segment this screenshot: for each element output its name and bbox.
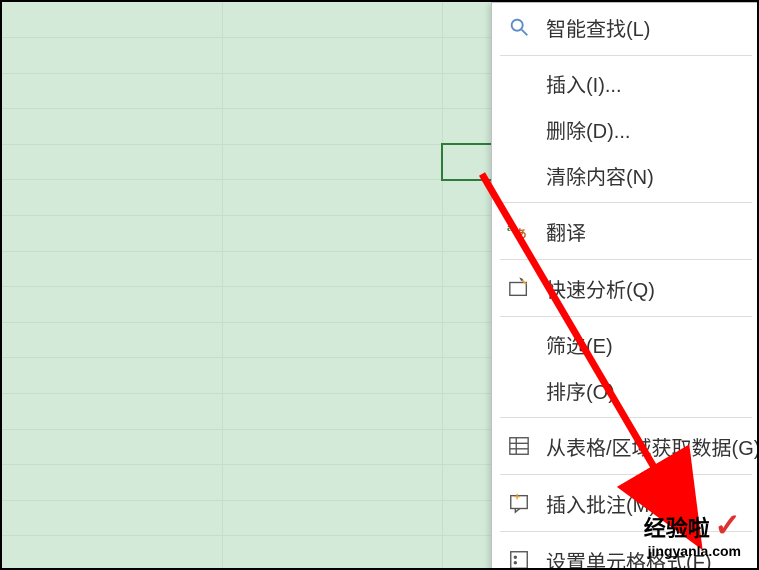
- menu-label: 筛选(E): [546, 330, 613, 359]
- menu-filter[interactable]: 筛选(E): [492, 321, 759, 367]
- cell[interactable]: [2, 2, 222, 38]
- cell[interactable]: [222, 429, 442, 465]
- menu-separator: [500, 55, 752, 56]
- menu-label: 翻译: [546, 217, 586, 246]
- menu-separator: [500, 202, 752, 203]
- cell[interactable]: [222, 144, 442, 180]
- cell[interactable]: [2, 180, 222, 216]
- cell[interactable]: [222, 73, 442, 109]
- menu-format-cells[interactable]: 设置单元格格式(F): [492, 536, 759, 570]
- cell[interactable]: [222, 465, 442, 501]
- menu-smart-lookup[interactable]: 智能查找(L): [492, 3, 759, 51]
- quick-analysis-icon: [506, 275, 532, 301]
- cell[interactable]: [222, 394, 442, 430]
- cell[interactable]: [222, 500, 442, 536]
- cell[interactable]: [222, 287, 442, 323]
- cell[interactable]: [222, 38, 442, 74]
- menu-separator: [500, 531, 752, 532]
- menu-label: 快速分析(Q): [546, 274, 655, 303]
- cell[interactable]: [2, 38, 222, 74]
- menu-translate[interactable]: aあ 翻译: [492, 207, 759, 255]
- cell[interactable]: [222, 2, 442, 38]
- menu-label: 插入(I)...: [546, 69, 622, 98]
- menu-label: 从表格/区域获取数据(G): [546, 432, 759, 461]
- menu-delete[interactable]: 删除(D)...: [492, 106, 759, 152]
- cell[interactable]: [222, 216, 442, 252]
- menu-clear-contents[interactable]: 清除内容(N): [492, 152, 759, 198]
- translate-icon: aあ: [506, 218, 532, 244]
- cell[interactable]: [2, 465, 222, 501]
- search-icon: [506, 14, 532, 40]
- menu-separator: [500, 417, 752, 418]
- menu-label: 清除内容(N): [546, 161, 654, 190]
- table-icon: [506, 433, 532, 459]
- menu-sort[interactable]: 排序(O): [492, 367, 759, 413]
- svg-text:あ: あ: [515, 227, 527, 241]
- cell[interactable]: [2, 358, 222, 394]
- cell[interactable]: [2, 394, 222, 430]
- context-menu: 智能查找(L) 插入(I)... 删除(D)... 清除内容(N) aあ 翻译 …: [491, 2, 759, 570]
- cell[interactable]: [2, 144, 222, 180]
- cell[interactable]: [222, 358, 442, 394]
- cell[interactable]: [2, 109, 222, 145]
- cell[interactable]: [222, 322, 442, 358]
- cell[interactable]: [2, 500, 222, 536]
- format-cells-icon: [506, 547, 532, 570]
- menu-label: 排序(O): [546, 376, 615, 405]
- menu-label: 删除(D)...: [546, 115, 630, 144]
- menu-separator: [500, 316, 752, 317]
- menu-get-data[interactable]: 从表格/区域获取数据(G): [492, 422, 759, 470]
- cell[interactable]: [2, 251, 222, 287]
- cell[interactable]: [222, 251, 442, 287]
- menu-label: 插入批注(M): [546, 489, 656, 518]
- menu-separator: [500, 474, 752, 475]
- svg-text:a: a: [507, 223, 513, 234]
- menu-label: 智能查找(L): [546, 13, 650, 42]
- cell[interactable]: [2, 216, 222, 252]
- cell[interactable]: [2, 322, 222, 358]
- cell[interactable]: [222, 109, 442, 145]
- menu-separator: [500, 259, 752, 260]
- menu-insert-comment[interactable]: 插入批注(M): [492, 479, 759, 527]
- menu-insert[interactable]: 插入(I)...: [492, 60, 759, 106]
- cell[interactable]: [2, 429, 222, 465]
- menu-label: 设置单元格格式(F): [546, 546, 712, 570]
- cell[interactable]: [2, 287, 222, 323]
- comment-icon: [506, 490, 532, 516]
- menu-quick-analysis[interactable]: 快速分析(Q): [492, 264, 759, 312]
- cell[interactable]: [222, 180, 442, 216]
- cell[interactable]: [2, 536, 222, 570]
- cell[interactable]: [222, 536, 442, 570]
- cell[interactable]: [2, 73, 222, 109]
